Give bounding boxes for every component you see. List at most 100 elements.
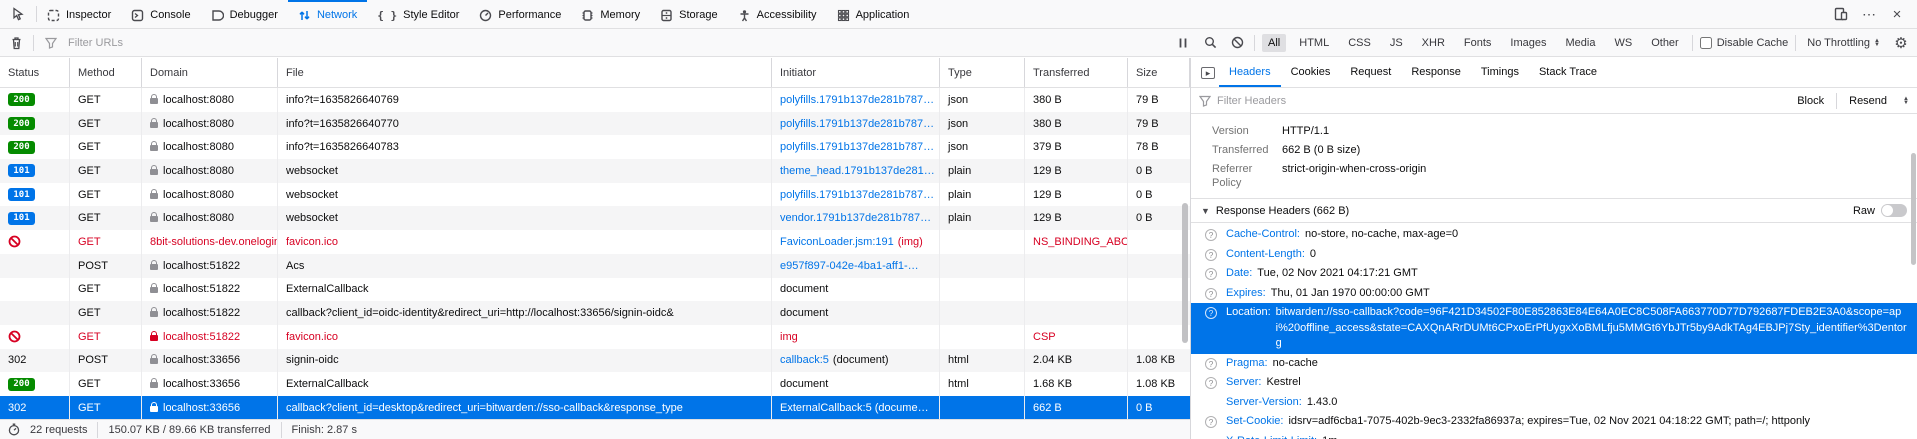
column-header-method[interactable]: Method	[70, 58, 142, 87]
initiator-link[interactable]: polyfills.1791b137de281b787…	[780, 141, 934, 153]
filter-type-images[interactable]: Images	[1504, 34, 1552, 52]
help-icon[interactable]: ?	[1205, 229, 1217, 241]
tab-performance[interactable]: Performance	[469, 0, 571, 28]
search-icon[interactable]	[1200, 33, 1220, 53]
details-tab-request[interactable]: Request	[1340, 58, 1401, 87]
details-tab-response[interactable]: Response	[1401, 58, 1471, 87]
filter-type-fonts[interactable]: Fonts	[1458, 34, 1498, 52]
responsive-design-icon[interactable]	[1829, 2, 1853, 26]
pause-icon[interactable]	[1173, 33, 1193, 53]
filter-type-js[interactable]: JS	[1384, 34, 1409, 52]
filter-type-css[interactable]: CSS	[1342, 34, 1377, 52]
filter-type-other[interactable]: Other	[1645, 34, 1685, 52]
header-row[interactable]: X-Rate-Limit-Limit: 1m	[1191, 432, 1917, 439]
column-header-size[interactable]: Size	[1128, 58, 1190, 87]
initiator-link[interactable]: polyfills.1791b137de281b787…	[780, 94, 934, 106]
filter-type-html[interactable]: HTML	[1293, 34, 1335, 52]
initiator-link[interactable]: theme_head.1791b137de281…	[780, 165, 935, 177]
initiator-link[interactable]: polyfills.1791b137de281b787…	[780, 118, 934, 130]
help-icon[interactable]: ?	[1205, 377, 1217, 389]
details-tab-headers[interactable]: Headers	[1219, 58, 1281, 87]
column-header-initiator[interactable]: Initiator	[772, 58, 940, 87]
table-row[interactable]: 302 POST localhost:33656 signin-oidc cal…	[0, 349, 1190, 373]
filter-type-all[interactable]: All	[1262, 34, 1286, 52]
filter-headers-input[interactable]	[1217, 95, 1785, 107]
header-row[interactable]: ? Content-Length: 0	[1191, 245, 1917, 265]
column-header-transferred[interactable]: Transferred	[1025, 58, 1128, 87]
meatball-menu-icon[interactable]: ⋯	[1857, 2, 1881, 26]
table-row[interactable]: 101 GET localhost:8080 websocket theme_h…	[0, 159, 1190, 183]
help-icon[interactable]: ?	[1205, 307, 1217, 319]
help-icon[interactable]: ?	[1205, 249, 1217, 261]
disable-cache-input[interactable]	[1700, 37, 1712, 49]
tab-application[interactable]: Application	[827, 0, 920, 28]
table-row[interactable]: 200 GET localhost:33656 ExternalCallback…	[0, 372, 1190, 396]
header-row-selected[interactable]: ? Location: bitwarden://sso-callback?cod…	[1191, 303, 1917, 354]
block-icon[interactable]	[1227, 33, 1247, 53]
tab-inspector[interactable]: Inspector	[37, 0, 121, 28]
header-row[interactable]: ? Set-Cookie: idsrv=adf6cba1-7075-402b-9…	[1191, 412, 1917, 432]
initiator-link[interactable]: FaviconLoader.jsm:191	[780, 236, 894, 248]
help-icon[interactable]: ?	[1205, 358, 1217, 370]
request-count[interactable]: 22 requests	[30, 424, 87, 436]
header-row[interactable]: ? Date: Tue, 02 Nov 2021 04:17:21 GMT	[1191, 264, 1917, 284]
table-row[interactable]: GET localhost:51822 ExternalCallback doc…	[0, 278, 1190, 302]
table-row[interactable]: 200 GET localhost:8080 info?t=1635826640…	[0, 112, 1190, 136]
help-icon[interactable]: ?	[1205, 416, 1217, 428]
filter-urls-input[interactable]	[68, 37, 1166, 49]
header-row[interactable]: ? Cache-Control: no-store, no-cache, max…	[1191, 225, 1917, 245]
response-headers-section-header[interactable]: ▼ Response Headers (662 B) Raw	[1191, 198, 1917, 223]
column-header-type[interactable]: Type	[940, 58, 1025, 87]
column-header-domain[interactable]: Domain	[142, 58, 278, 87]
tab-style-editor[interactable]: { } Style Editor	[367, 0, 469, 28]
filter-type-ws[interactable]: WS	[1608, 34, 1638, 52]
table-row[interactable]: GET localhost:51822 callback?client_id=o…	[0, 301, 1190, 325]
initiator-link[interactable]: vendor.1791b137de281b787…	[780, 212, 931, 224]
tab-debugger[interactable]: Debugger	[201, 0, 288, 28]
table-scrollbar[interactable]	[1182, 203, 1188, 343]
header-row[interactable]: ? Server: Kestrel	[1191, 373, 1917, 393]
node-picker-icon[interactable]	[6, 2, 30, 26]
file-cell: callback?client_id=desktop&redirect_uri=…	[278, 396, 772, 419]
column-header-file[interactable]: File	[278, 58, 772, 87]
filter-type-xhr[interactable]: XHR	[1416, 34, 1451, 52]
resend-button[interactable]: Resend	[1843, 95, 1893, 107]
help-icon[interactable]: ?	[1205, 288, 1217, 300]
raw-toggle[interactable]	[1881, 204, 1907, 217]
close-icon[interactable]: ×	[1885, 2, 1909, 26]
table-row[interactable]: GET 8bit-solutions-dev.onelogin.… favico…	[0, 230, 1190, 254]
table-row[interactable]: 101 GET localhost:8080 websocket polyfil…	[0, 183, 1190, 207]
header-row[interactable]: ? Expires: Thu, 01 Jan 1970 00:00:00 GMT	[1191, 284, 1917, 304]
column-header-status[interactable]: Status	[0, 58, 70, 87]
tab-network[interactable]: Network	[288, 0, 367, 28]
details-tab-timings[interactable]: Timings	[1471, 58, 1529, 87]
table-row-selected[interactable]: 302 GET localhost:33656 callback?client_…	[0, 396, 1190, 419]
table-row[interactable]: POST localhost:51822 Acs e957f897-042e-4…	[0, 254, 1190, 278]
clear-requests-icon[interactable]	[6, 33, 26, 53]
tab-memory[interactable]: Memory	[571, 0, 650, 28]
network-settings-gear-icon[interactable]: ⚙	[1891, 33, 1911, 53]
throttling-dropdown[interactable]: No Throttling ▲▼	[1803, 37, 1884, 49]
table-row[interactable]: GET localhost:51822 favicon.ico img CSP	[0, 325, 1190, 349]
filter-type-media[interactable]: Media	[1560, 34, 1602, 52]
details-scrollbar[interactable]	[1911, 153, 1916, 265]
initiator-link[interactable]: polyfills.1791b137de281b787…	[780, 189, 934, 201]
initiator-link[interactable]: e957f897-042e-4ba1-aff1-…	[780, 260, 919, 272]
details-tab-cookies[interactable]: Cookies	[1281, 58, 1341, 87]
initiator-link[interactable]: callback:5	[780, 354, 829, 366]
table-row[interactable]: 200 GET localhost:8080 info?t=1635826640…	[0, 135, 1190, 159]
tab-storage[interactable]: Storage	[650, 0, 728, 28]
disable-cache-checkbox[interactable]: Disable Cache	[1700, 37, 1789, 49]
devtools-window: Inspector Console Debugger Network { } S…	[0, 0, 1917, 439]
header-row[interactable]: ? Pragma: no-cache	[1191, 354, 1917, 374]
block-button[interactable]: Block	[1791, 95, 1830, 107]
table-row[interactable]: 101 GET localhost:8080 websocket vendor.…	[0, 206, 1190, 230]
help-icon[interactable]: ?	[1205, 268, 1217, 280]
details-tab-stack-trace[interactable]: Stack Trace	[1529, 58, 1607, 87]
tab-accessibility[interactable]: Accessibility	[728, 0, 827, 28]
table-row[interactable]: 200 GET localhost:8080 info?t=1635826640…	[0, 88, 1190, 112]
split-panel-toggle-icon[interactable]: ▸	[1197, 58, 1219, 87]
header-row[interactable]: Server-Version: 1.43.0	[1191, 393, 1917, 413]
initiator-cell: document	[772, 372, 940, 396]
tab-console[interactable]: Console	[121, 0, 200, 28]
